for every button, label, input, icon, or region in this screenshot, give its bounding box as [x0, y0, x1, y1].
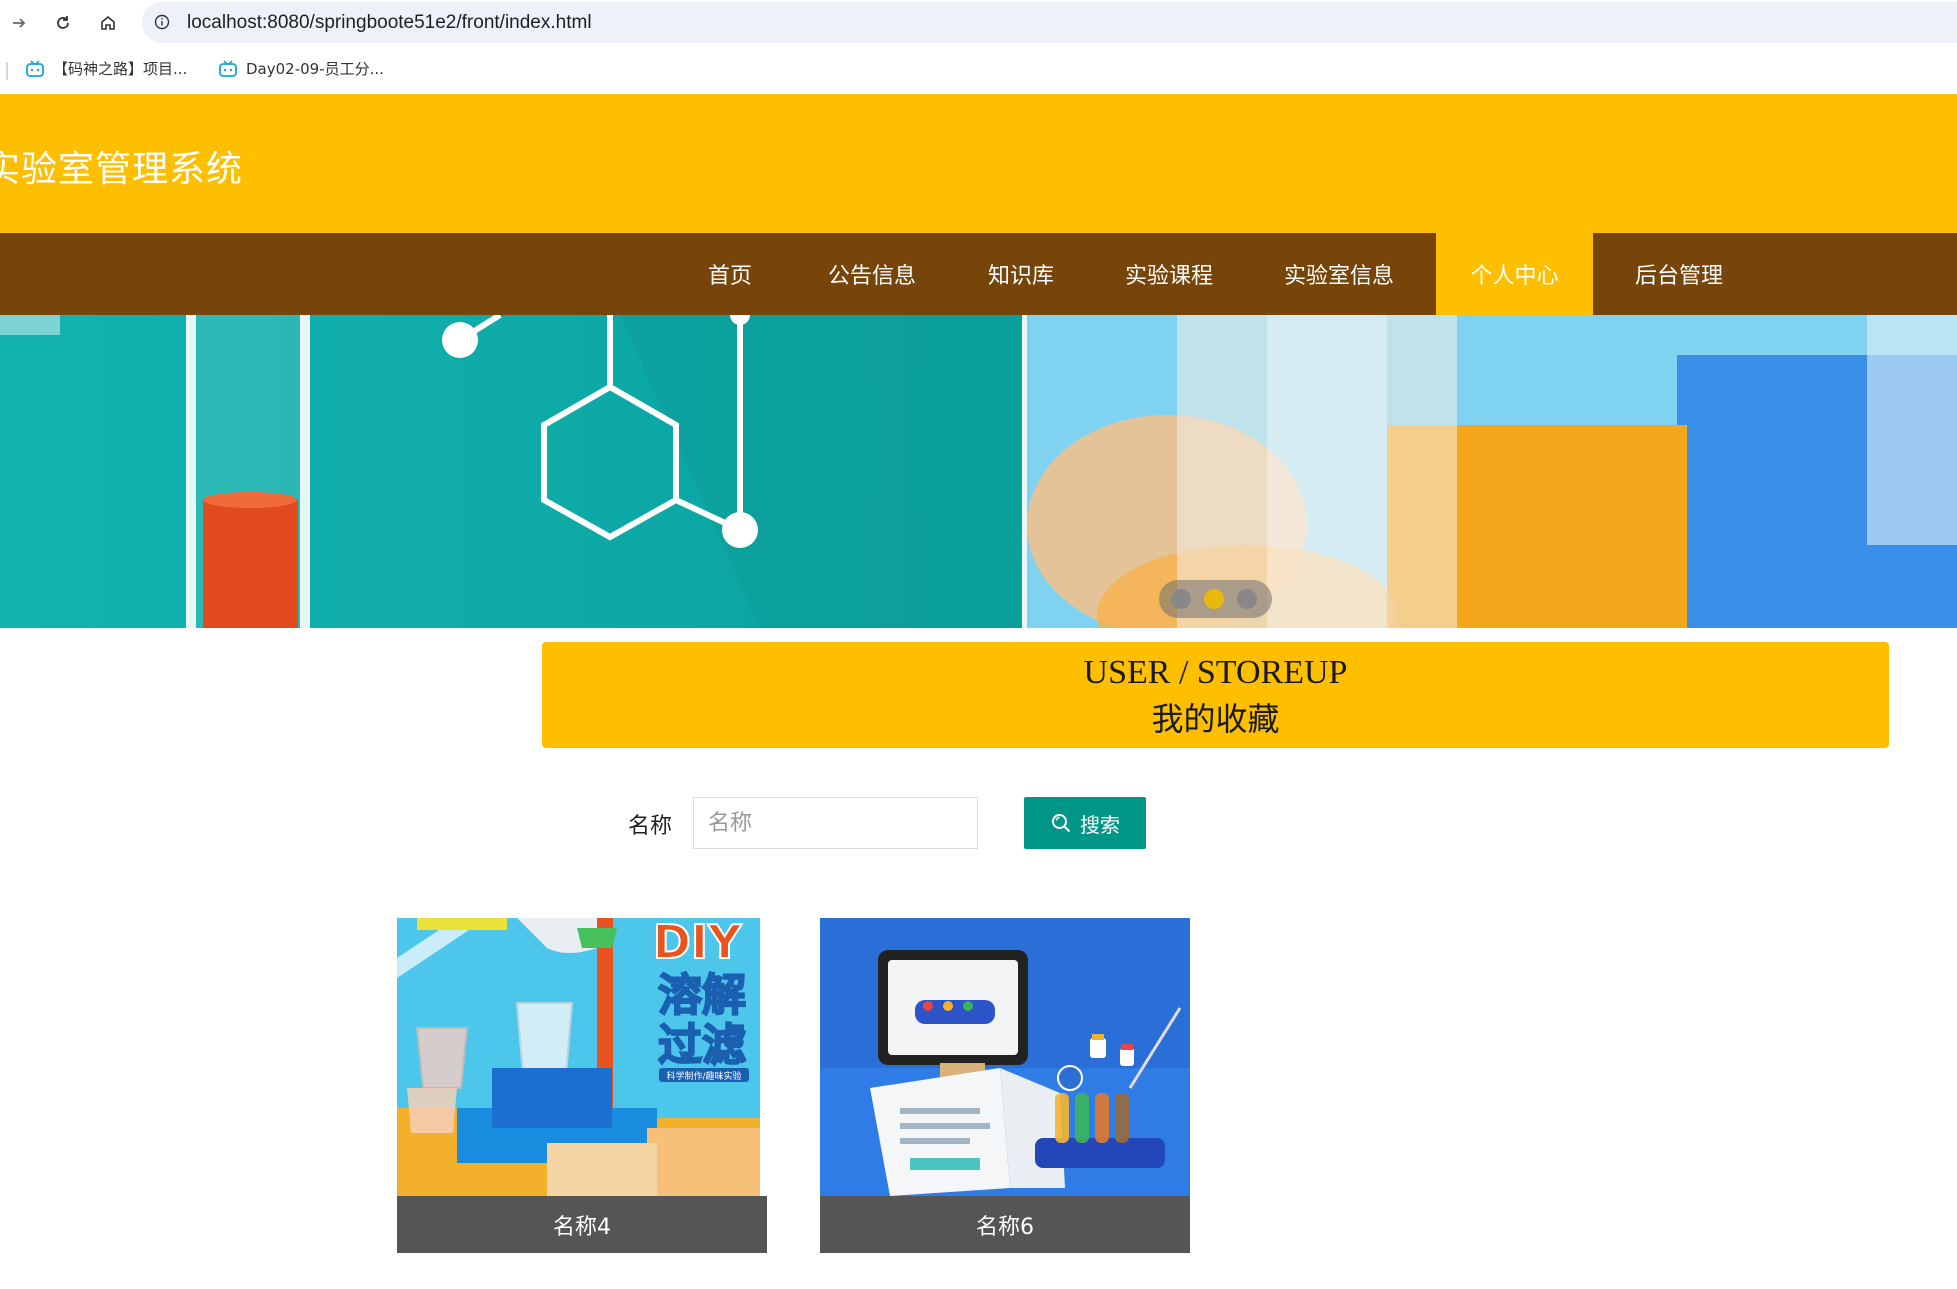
search-icon — [1052, 814, 1071, 833]
section-title-cn: 我的收藏 — [1151, 700, 1280, 738]
banner-image-molecule — [0, 315, 1022, 628]
nav-item-lab-info[interactable]: 实验室信息 — [1265, 233, 1413, 315]
nav-item-home[interactable]: 首页 — [684, 233, 776, 315]
search-input[interactable] — [693, 797, 978, 849]
banner-carousel[interactable] — [0, 315, 1957, 628]
forward-icon[interactable] — [6, 10, 32, 36]
carousel-indicators — [1159, 580, 1272, 618]
nav-item-personal-center[interactable]: 个人中心 — [1436, 233, 1593, 315]
card-image-subtext: 科学制作/趣味实验 — [666, 1070, 741, 1082]
bookmarks-bar: 【码神之路】项目... Day02-09-员工分... — [0, 46, 1957, 94]
reload-icon[interactable] — [50, 10, 76, 36]
carousel-dot[interactable] — [1237, 589, 1257, 609]
bookmarks-divider — [6, 62, 8, 80]
card-image-diy-filter: DIY 溶解 过滤 科学制作/趣味实验 — [397, 918, 760, 1196]
card-image-text: 溶解 — [658, 970, 746, 1021]
search-label: 名称 — [628, 814, 673, 839]
main-nav: 首页 公告信息 知识库 实验课程 实验室信息 个人中心 后台管理 — [0, 233, 1957, 315]
site-header: 实验室管理系统 — [0, 94, 1957, 233]
bilibili-icon — [26, 59, 44, 77]
section-title-en: USER / STOREUP — [1083, 654, 1348, 691]
address-bar[interactable]: localhost:8080/springboote51e2/front/ind… — [142, 2, 1957, 43]
bookmark-label: Day02-09-员工分... — [246, 60, 384, 78]
card-caption[interactable]: 名称4 — [397, 1196, 767, 1253]
card-caption[interactable]: 名称6 — [820, 1196, 1190, 1253]
section-title-box: USER / STOREUP 我的收藏 — [542, 642, 1889, 748]
bookmark-item[interactable]: Day02-09-员工分... — [218, 58, 384, 79]
carousel-dot-active[interactable] — [1204, 589, 1224, 609]
home-icon[interactable] — [95, 10, 121, 36]
bookmark-label: 【码神之路】项目... — [53, 60, 188, 78]
card-image-color-experiment — [820, 918, 1190, 1196]
banner-image-beakers — [1027, 315, 1957, 628]
nav-item-knowledge-base[interactable]: 知识库 — [969, 233, 1073, 315]
carousel-dot[interactable] — [1171, 589, 1191, 609]
info-icon[interactable] — [154, 14, 170, 30]
browser-toolbar: localhost:8080/springboote51e2/front/ind… — [0, 0, 1957, 46]
nav-item-admin[interactable]: 后台管理 — [1610, 233, 1748, 315]
card-image-text: DIY — [653, 918, 742, 969]
url-text[interactable]: localhost:8080/springboote51e2/front/ind… — [187, 12, 592, 34]
site-title: 实验室管理系统 — [0, 149, 244, 190]
search-button[interactable]: 搜索 — [1024, 797, 1146, 849]
bookmark-item[interactable]: 【码神之路】项目... — [25, 58, 187, 79]
card-image-text: 过滤 — [658, 1020, 746, 1071]
search-button-label: 搜索 — [1080, 812, 1120, 837]
nav-item-courses[interactable]: 实验课程 — [1108, 233, 1230, 315]
nav-item-announcements[interactable]: 公告信息 — [812, 233, 932, 315]
bilibili-icon — [219, 59, 237, 77]
